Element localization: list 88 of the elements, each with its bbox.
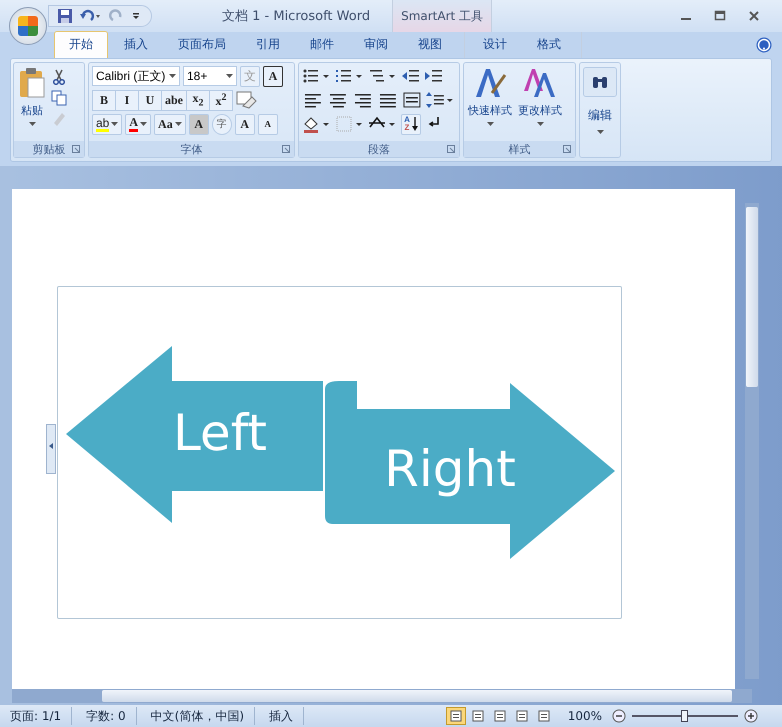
- change-styles-button[interactable]: 更改样式: [517, 65, 563, 139]
- vertical-scrollbar[interactable]: [745, 203, 759, 679]
- page-icon: [450, 710, 462, 722]
- ribbon-tab[interactable]: 视图: [404, 32, 456, 58]
- page-icon: [472, 710, 484, 722]
- paste-button[interactable]: 粘贴: [17, 65, 47, 139]
- help-icon[interactable]: [756, 37, 772, 53]
- format-button[interactable]: abe: [161, 90, 187, 110]
- page-icon: [538, 710, 550, 722]
- ribbon-tab[interactable]: 邮件: [296, 32, 348, 58]
- ribbon-tab[interactable]: 页面布局: [164, 32, 240, 58]
- binoculars-icon: [591, 74, 609, 90]
- grow-font-button[interactable]: A: [234, 114, 255, 134]
- down-arrow-icon: [412, 117, 418, 131]
- format-button[interactable]: x$_{2}$: [186, 90, 210, 110]
- clear-formatting-icon[interactable]: [235, 90, 257, 110]
- text-pane-handle[interactable]: [46, 424, 56, 474]
- character-shading-button[interactable]: A: [188, 114, 209, 134]
- left-arrow-shape[interactable]: [66, 346, 323, 523]
- editing-button[interactable]: 编辑: [579, 62, 621, 158]
- zoom-out-icon[interactable]: [612, 709, 626, 723]
- ribbon-tab[interactable]: 开始: [54, 31, 108, 58]
- caret-icon: [536, 122, 544, 126]
- caret-icon: [169, 74, 176, 78]
- status-item[interactable]: 页面: 1/1: [0, 707, 72, 725]
- format-button[interactable]: I: [115, 90, 139, 110]
- dialog-launcher-icon[interactable]: [447, 145, 455, 153]
- horizontal-scrollbar[interactable]: [12, 689, 752, 703]
- alignment-icon[interactable]: [302, 91, 324, 109]
- highlight-button[interactable]: ab: [92, 114, 122, 134]
- undo-icon[interactable]: [79, 8, 103, 24]
- view-button[interactable]: [446, 707, 466, 725]
- caret-icon: [596, 130, 604, 134]
- font-color-button[interactable]: A: [125, 114, 152, 134]
- distributed-icon[interactable]: [401, 91, 424, 109]
- window-title: 文档 1 - Microsoft Word: [222, 8, 370, 25]
- cut-icon[interactable]: [51, 69, 67, 85]
- ribbon-tab[interactable]: 设计: [469, 32, 521, 58]
- close-icon[interactable]: [748, 10, 760, 22]
- caret-icon: [486, 122, 494, 126]
- ribbon-tab[interactable]: 格式: [523, 32, 575, 58]
- bullets-icon[interactable]: [302, 67, 332, 85]
- ribbon-tab[interactable]: 审阅: [350, 32, 402, 58]
- maximize-icon[interactable]: [714, 10, 726, 22]
- caret-icon: [140, 122, 148, 126]
- save-icon[interactable]: [57, 8, 73, 24]
- change-case-button[interactable]: Aa: [154, 114, 186, 134]
- group-label: 样式: [508, 142, 530, 156]
- format-button[interactable]: B: [92, 90, 116, 110]
- format-button[interactable]: x$^{2}$: [209, 90, 233, 110]
- caret-icon: [226, 74, 233, 78]
- shrink-font-button[interactable]: A: [258, 114, 278, 134]
- shading-icon[interactable]: [302, 115, 332, 133]
- character-border-button[interactable]: A: [263, 66, 283, 86]
- zoom-in-icon[interactable]: [744, 709, 758, 723]
- font-name-field[interactable]: Calibri (正文): [92, 66, 180, 86]
- dialog-launcher-icon[interactable]: [72, 145, 80, 153]
- caret-icon: [111, 122, 118, 126]
- zoom-level[interactable]: 100%: [568, 709, 602, 723]
- format-button[interactable]: U: [138, 90, 162, 110]
- ribbon-tab[interactable]: 引用: [242, 32, 294, 58]
- format-painter-icon: [51, 111, 67, 127]
- right-arrow-shape[interactable]: [325, 381, 615, 559]
- shape-text: Right: [384, 440, 516, 498]
- double-letter-icon: [522, 67, 558, 99]
- clipboard-icon: [18, 67, 46, 99]
- copy-icon[interactable]: [51, 90, 67, 106]
- ribbon-tab[interactable]: 插入: [110, 32, 162, 58]
- dialog-launcher-icon[interactable]: [563, 145, 571, 153]
- group-label: 段落: [368, 142, 390, 156]
- caret-icon: [174, 122, 182, 126]
- shape-text: Left: [172, 404, 268, 462]
- status-item[interactable]: 插入: [259, 707, 304, 725]
- caret-icon: [28, 122, 36, 126]
- zoom-slider[interactable]: [632, 709, 738, 723]
- status-item[interactable]: 中文(简体，中国): [140, 707, 256, 725]
- group-label: 剪贴板: [32, 142, 66, 156]
- quick-styles-button[interactable]: 快速样式: [467, 65, 513, 139]
- page-icon: [494, 710, 506, 722]
- sort-button[interactable]: A Z: [401, 114, 421, 134]
- page-icon: [516, 710, 528, 722]
- group-label: 字体: [180, 142, 202, 156]
- status-item[interactable]: 字数: 0: [76, 707, 137, 725]
- font-size-field[interactable]: 18+: [183, 66, 237, 86]
- dialog-launcher-icon[interactable]: [282, 145, 290, 153]
- enclose-characters-button[interactable]: 字: [212, 114, 232, 134]
- numbering-icon[interactable]: [335, 67, 365, 85]
- context-group-title: SmartArt 工具: [392, 0, 492, 32]
